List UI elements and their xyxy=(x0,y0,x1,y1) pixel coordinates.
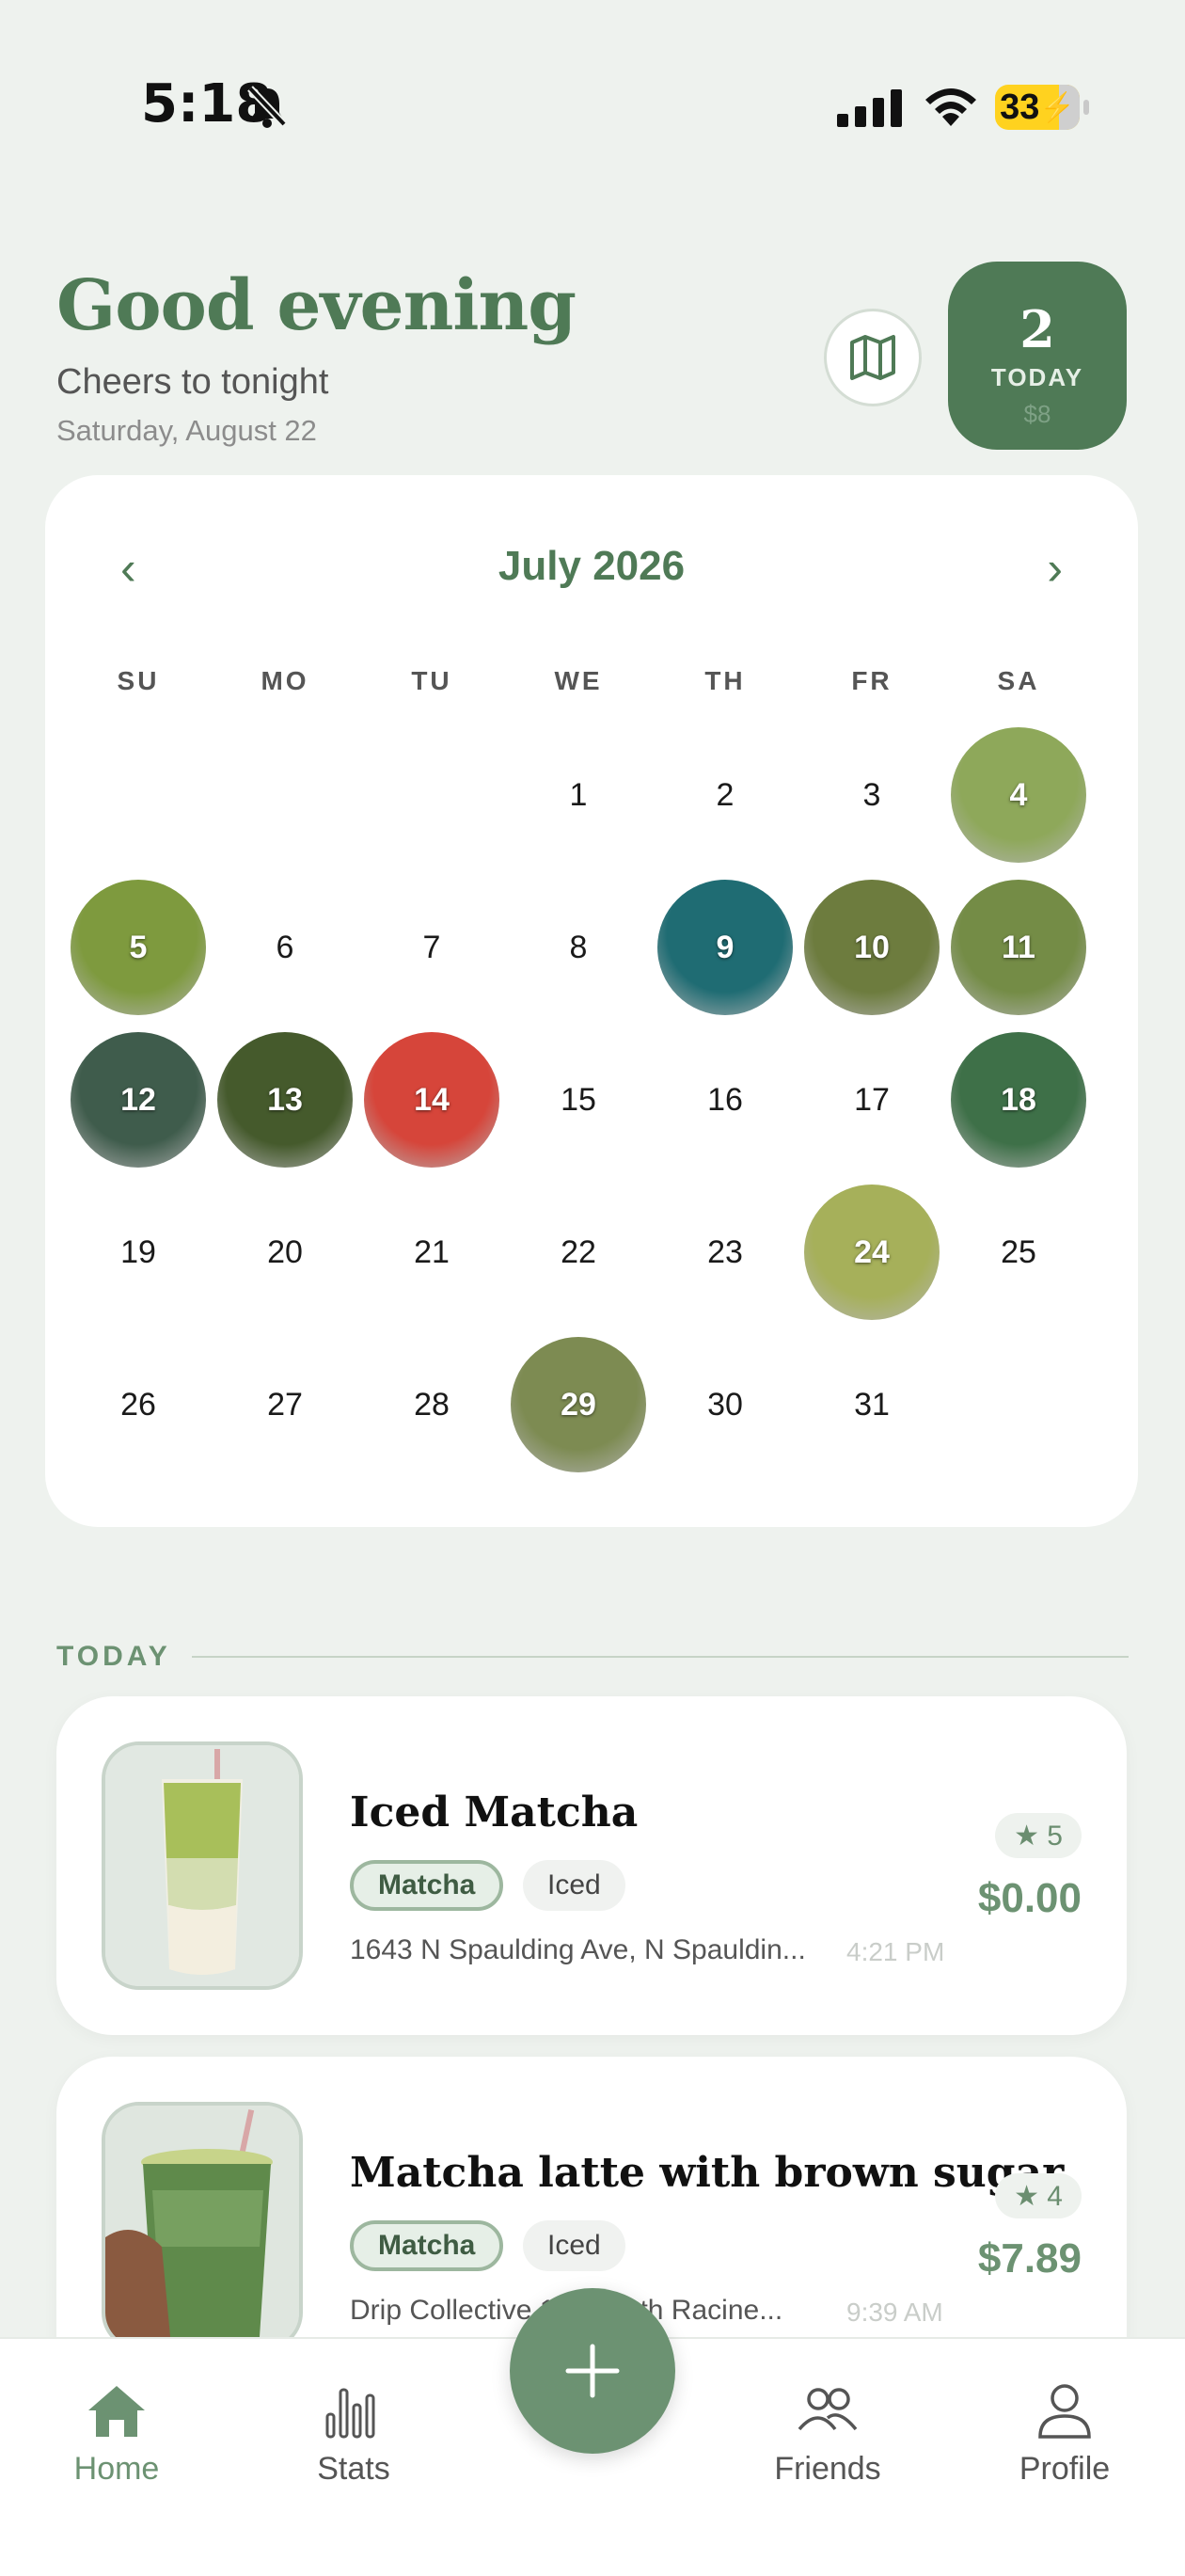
calendar-day[interactable]: 8 xyxy=(511,880,646,1015)
battery-level: 33 xyxy=(1000,87,1040,127)
tag-matcha: Matcha xyxy=(350,1860,504,1911)
entry-rating: ★ 4 xyxy=(995,2173,1082,2218)
map-icon xyxy=(850,335,895,380)
calendar-day-with-photo[interactable]: 29 xyxy=(511,1337,646,1472)
calendar-day[interactable]: 21 xyxy=(364,1185,499,1320)
calendar-day[interactable]: 6 xyxy=(217,880,353,1015)
weekday-label: FR xyxy=(851,666,893,695)
calendar-day[interactable]: 20 xyxy=(217,1185,353,1320)
entry-title: Matcha latte with brown sugar xyxy=(350,2149,1065,2197)
entry-time: 9:39 AM xyxy=(846,2298,943,2327)
tab-profile-label: Profile xyxy=(1019,2451,1111,2487)
greeting-subtitle: Cheers to tonight xyxy=(56,362,329,402)
stats-bar-chart-icon xyxy=(325,2388,375,2439)
calendar-day-with-photo[interactable]: 12 xyxy=(71,1032,206,1168)
calendar-day-with-photo[interactable]: 24 xyxy=(804,1185,940,1320)
weekday-label: MO xyxy=(261,666,309,695)
status-bar: 5:18 33 ⚡ xyxy=(0,0,1185,216)
calendar-day[interactable]: 3 xyxy=(804,727,940,863)
calendar-day[interactable]: 2 xyxy=(657,727,793,863)
current-date: Saturday, August 22 xyxy=(56,414,317,447)
tag-matcha: Matcha xyxy=(350,2220,504,2271)
cellular-signal-icon xyxy=(837,89,902,127)
weekday-label: SA xyxy=(997,666,1040,695)
entry-rating: ★ 5 xyxy=(995,1813,1082,1858)
tab-home-label: Home xyxy=(73,2451,160,2487)
wifi-icon xyxy=(925,88,976,126)
calendar-day[interactable]: 27 xyxy=(217,1337,353,1472)
drink-photo xyxy=(102,2102,303,2350)
calendar-day-with-photo[interactable]: 9 xyxy=(657,880,793,1015)
add-drink-button[interactable] xyxy=(510,2288,675,2454)
tag-iced: Iced xyxy=(523,2220,625,2271)
calendar-day[interactable]: 7 xyxy=(364,880,499,1015)
calendar-day-with-photo[interactable]: 14 xyxy=(364,1032,499,1168)
tab-stats-label: Stats xyxy=(317,2451,390,2487)
tab-profile[interactable]: Profile xyxy=(971,2382,1159,2488)
calendar-month-title: July 2026 xyxy=(498,543,686,589)
calendar-day[interactable]: 1 xyxy=(511,727,646,863)
today-summary-button[interactable]: 2 TODAY $8 xyxy=(948,262,1127,450)
today-count: 2 xyxy=(1019,299,1055,359)
entry-price: $0.00 xyxy=(977,1875,1082,1921)
home-icon xyxy=(88,2386,145,2437)
tab-home[interactable]: Home xyxy=(23,2382,211,2488)
weekday-label: SU xyxy=(117,666,160,695)
plus-icon xyxy=(565,2344,620,2398)
weekday-label: WE xyxy=(554,666,603,695)
calendar-day-with-photo[interactable]: 13 xyxy=(217,1032,353,1168)
tab-friends[interactable]: Friends xyxy=(734,2382,922,2488)
friends-icon xyxy=(798,2388,858,2431)
calendar-day-with-photo[interactable]: 11 xyxy=(951,880,1086,1015)
calendar-day[interactable]: 16 xyxy=(657,1032,793,1168)
calendar-card: ‹ July 2026 › SU MO TU WE TH FR SA 1 2 3 4 5 6 7 8 9 10… xyxy=(45,475,1138,1527)
entry-title: Iced Matcha xyxy=(350,1789,639,1837)
calendar-day[interactable]: 17 xyxy=(804,1032,940,1168)
battery-indicator: 33 ⚡ xyxy=(995,85,1089,130)
map-button[interactable] xyxy=(824,309,922,406)
calendar-day[interactable]: 26 xyxy=(71,1337,206,1472)
entry-price: $7.89 xyxy=(977,2235,1082,2282)
calendar-day-with-photo[interactable]: 10 xyxy=(804,880,940,1015)
calendar-day[interactable]: 22 xyxy=(511,1185,646,1320)
calendar-day[interactable]: 23 xyxy=(657,1185,793,1320)
greeting-title: Good evening xyxy=(56,265,577,346)
tab-stats[interactable]: Stats xyxy=(260,2382,448,2488)
battery-tip xyxy=(1083,100,1089,115)
today-section-label: TODAY xyxy=(56,1641,171,1672)
calendar-day-with-photo[interactable]: 5 xyxy=(71,880,206,1015)
calendar-day-with-photo[interactable]: 18 xyxy=(951,1032,1086,1168)
calendar-day[interactable]: 28 xyxy=(364,1337,499,1472)
entry-time: 4:21 PM xyxy=(846,1937,945,1966)
weekday-label: TU xyxy=(411,666,452,695)
today-label: TODAY xyxy=(990,363,1084,391)
iced-matcha-photo xyxy=(105,1745,299,1986)
calendar-day[interactable]: 25 xyxy=(951,1185,1086,1320)
bell-muted-icon xyxy=(247,86,287,128)
entry-address: 1643 N Spaulding Ave, N Spauldin... xyxy=(350,1934,806,1965)
weekday-label: TH xyxy=(704,666,746,695)
charging-bolt-icon: ⚡ xyxy=(1039,91,1075,123)
calendar-day[interactable]: 30 xyxy=(657,1337,793,1472)
matcha-latte-photo xyxy=(105,2106,299,2346)
today-total-price: $8 xyxy=(1023,400,1051,428)
tag-iced: Iced xyxy=(523,1860,625,1911)
calendar-day-with-photo[interactable]: 4 xyxy=(951,727,1086,863)
next-month-button[interactable]: › xyxy=(1047,541,1063,596)
drink-photo xyxy=(102,1741,303,1990)
calendar-day[interactable]: 19 xyxy=(71,1185,206,1320)
tab-friends-label: Friends xyxy=(774,2451,881,2487)
calendar-day[interactable]: 31 xyxy=(804,1337,940,1472)
section-divider xyxy=(192,1656,1129,1658)
calendar-day[interactable]: 15 xyxy=(511,1032,646,1168)
profile-person-icon xyxy=(1038,2384,1091,2439)
drink-entry-card[interactable]: Iced Matcha Matcha Iced 1643 N Spaulding… xyxy=(56,1696,1127,2035)
